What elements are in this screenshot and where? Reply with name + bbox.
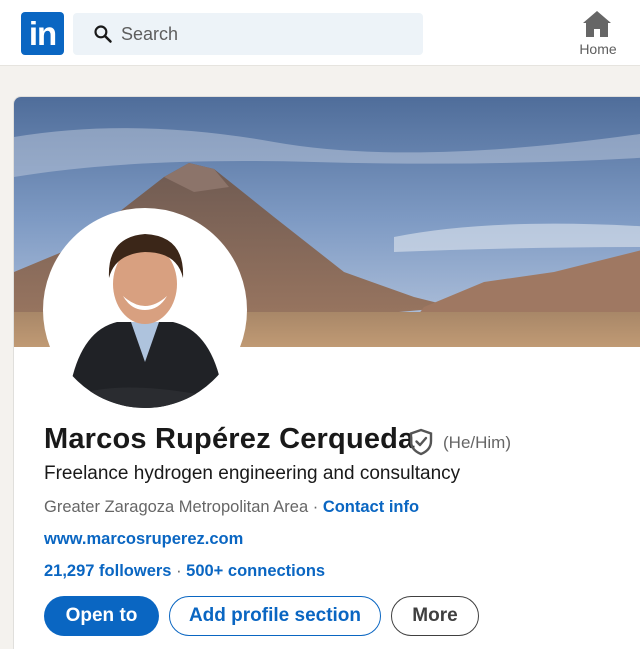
home-label: Home — [579, 41, 617, 57]
logo-text: in — [28, 15, 57, 52]
followers-link[interactable]: 21,297 followers — [44, 562, 171, 580]
connections-link[interactable]: 500+ connections — [186, 562, 325, 580]
linkedin-logo[interactable]: in — [21, 12, 64, 55]
top-navigation: in Home — [0, 0, 640, 66]
avatar-photo — [47, 212, 243, 408]
verified-shield-icon[interactable] — [408, 428, 434, 456]
open-to-button[interactable]: Open to — [44, 596, 159, 636]
add-profile-section-button[interactable]: Add profile section — [169, 596, 381, 636]
search-input[interactable] — [121, 13, 411, 55]
separator: · — [171, 562, 187, 580]
pronouns: (He/Him) — [443, 433, 511, 452]
more-button[interactable]: More — [391, 596, 479, 636]
nav-item-home[interactable]: Home — [570, 8, 626, 62]
search-box[interactable] — [73, 13, 423, 55]
profile-headline: Freelance hydrogen engineering and consu… — [44, 463, 461, 484]
profile-card: Marcos Rupérez Cerqueda (He/Him) Freelan… — [13, 96, 640, 649]
website-link[interactable]: www.marcosruperez.com — [44, 530, 243, 549]
contact-info-link[interactable]: Contact info — [323, 498, 419, 516]
separator: · — [308, 498, 323, 516]
home-icon — [583, 11, 611, 37]
profile-avatar[interactable] — [43, 208, 247, 412]
search-icon — [94, 25, 112, 43]
location-row: Greater Zaragoza Metropolitan Area · Con… — [44, 498, 419, 517]
network-row: 21,297 followers · 500+ connections — [44, 562, 325, 581]
location-text: Greater Zaragoza Metropolitan Area — [44, 498, 309, 516]
profile-name: Marcos Rupérez Cerqueda — [44, 423, 415, 455]
